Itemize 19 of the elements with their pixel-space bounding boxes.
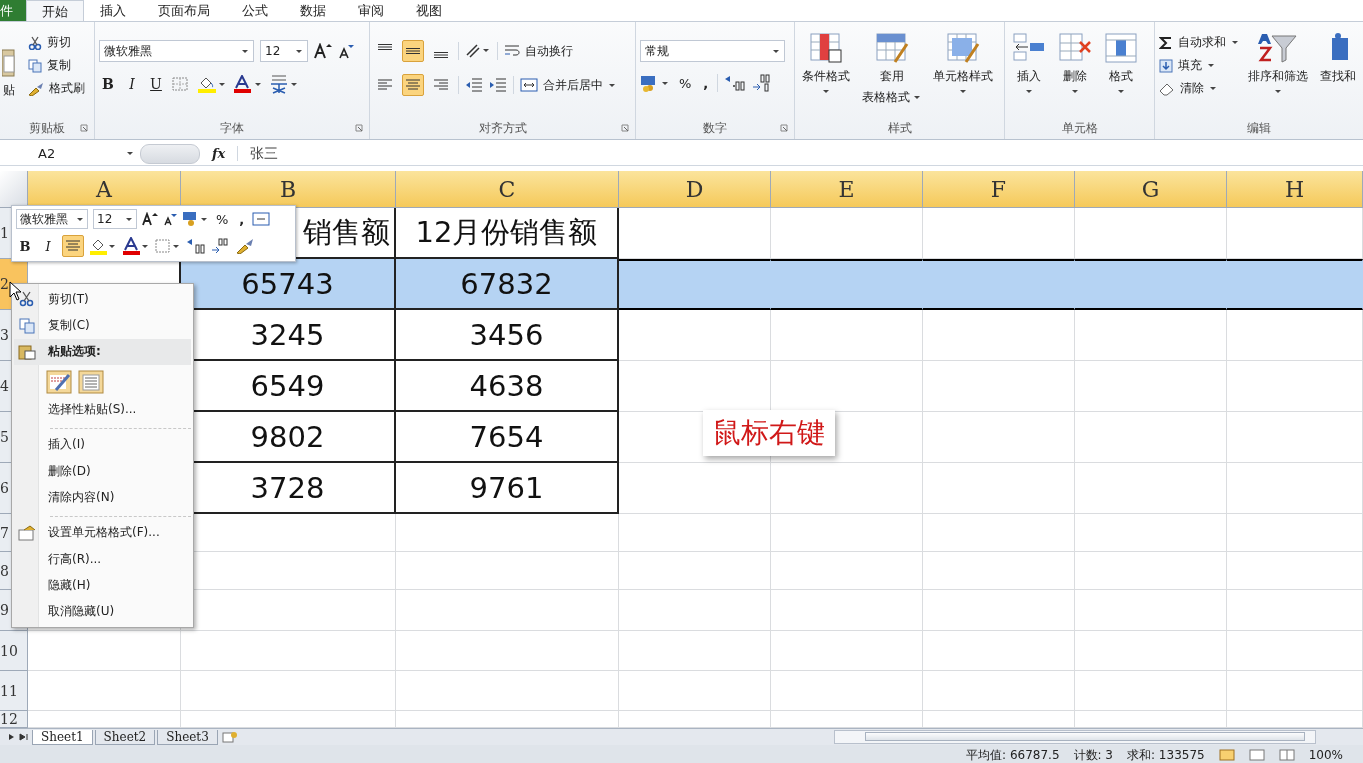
group-label: 单元格 bbox=[1061, 119, 1098, 137]
table-cell: 67832 bbox=[396, 259, 619, 310]
paste-label: 贴 bbox=[3, 82, 15, 99]
table-cell: 7654 bbox=[396, 412, 619, 463]
table-cell: 9761 bbox=[396, 463, 619, 514]
group-label: 编辑 bbox=[1247, 119, 1271, 137]
status-text: 求和: 133575 bbox=[1127, 748, 1205, 762]
status-text: 平均值: 66787.5 bbox=[966, 748, 1060, 762]
menu-heading: 粘贴选项: bbox=[14, 338, 191, 366]
group-label: 样式 bbox=[887, 119, 912, 137]
table-cell: 4638 bbox=[396, 361, 619, 412]
group-label: 剪贴板 bbox=[29, 119, 65, 137]
group-label: 字体 bbox=[220, 119, 244, 137]
table-cell: 65743 bbox=[181, 259, 396, 310]
status-text: 计数: 3 bbox=[1073, 748, 1113, 762]
group-label: 对齐方式 bbox=[478, 119, 527, 137]
table-cell: 3456 bbox=[396, 310, 619, 361]
group-label: 数字 bbox=[703, 119, 727, 137]
annotation-label: 鼠标右键 bbox=[703, 410, 835, 456]
